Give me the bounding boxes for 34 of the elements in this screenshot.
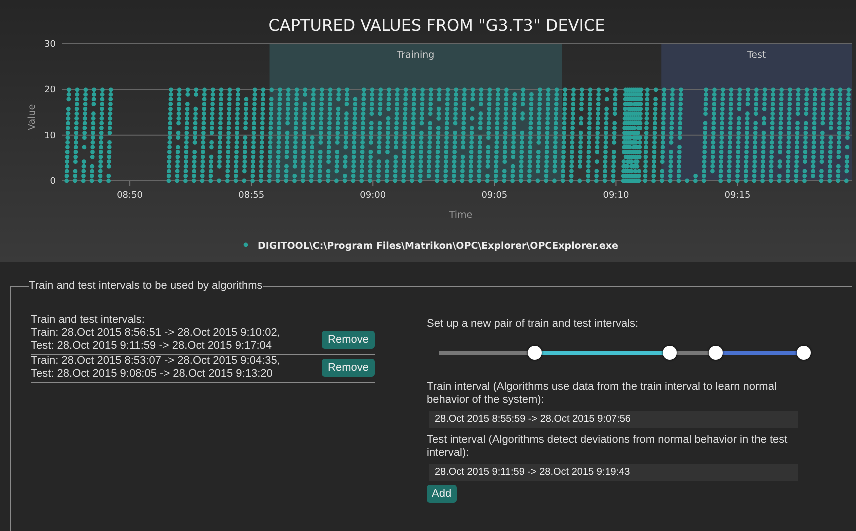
test-interval-label: Test interval (Algorithms detect deviations from normal behavior in the test interval): [427,434,789,460]
y-axis-title: Value [27,104,38,130]
x-tick-label: 09:00 [360,191,386,201]
train-interval-text: Train: 28.Oct 2015 8:56:51 -> 28.Oct 2015 9:10:02, [31,327,280,340]
test-interval-field[interactable]: 28.Oct 2015 9:11:59 -> 28.Oct 2015 9:19:43 [429,464,798,481]
test-interval-text: Test: 28.Oct 2015 9:11:59 -> 28.Oct 2015 9:17:04 [31,340,274,353]
x-tick-label: 09:15 [724,191,751,201]
y-tick-label: 10 [44,131,56,142]
band-label: Training [397,50,435,61]
remove-button[interactable]: Remove [322,359,375,377]
slider-handle[interactable] [528,346,542,360]
new-pair-heading: Set up a new pair of train and test intervals: [427,318,640,331]
slider-handle[interactable] [663,346,678,360]
x-tick-label: 08:55 [238,191,265,201]
add-button[interactable]: Add [427,485,457,503]
train-interval-text: Train: 28.Oct 2015 8:53:07 -> 28.Oct 2015 9:04:35, [31,355,280,368]
x-axis-title: Time [449,210,473,221]
test-interval-text: Test: 28.Oct 2015 9:08:05 -> 28.Oct 2015 9:13:20 [31,368,274,381]
group-legend: Train and test intervals to be used by algorithms [29,280,263,292]
chart-title: CAPTURED VALUES FROM "G3.T3" DEVICE [268,16,606,35]
y-tick-label: 0 [50,177,56,187]
remove-button[interactable]: Remove [322,331,375,349]
intervals-heading: Train and test intervals: [31,314,146,327]
band-label: Test [747,50,766,61]
slider-handle[interactable] [709,346,724,360]
slider-handle[interactable] [797,346,811,360]
train-interval-label: Train interval (Algorithms use data from the train interval to learn normal behavior of the system): [427,381,778,407]
y-tick-label: 20 [44,86,56,96]
train-interval-field[interactable]: 28.Oct 2015 8:55:59 -> 28.Oct 2015 9:07:56 [429,411,798,428]
x-tick-label: 09:05 [482,191,508,201]
x-tick-label: 09:10 [603,191,630,201]
legend-label: DIGITOOL\C:\Program Files\Matrikon\OPC\Explorer\OPCExplorer.exe [258,241,618,252]
y-tick-label: 30 [44,40,56,50]
x-tick-label: 08:50 [117,191,144,201]
